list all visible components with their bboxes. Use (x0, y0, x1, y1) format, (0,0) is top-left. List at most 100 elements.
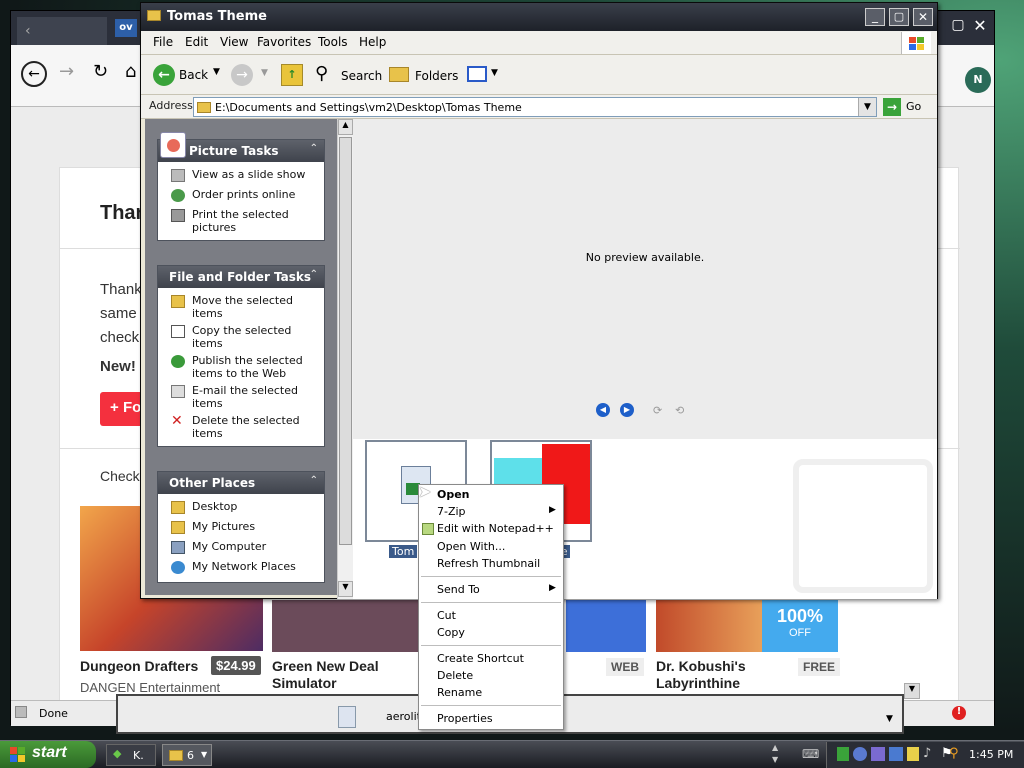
price-tag: $24.99 (211, 656, 261, 675)
browser-forward-button[interactable]: → (59, 61, 74, 82)
ctx-rename[interactable]: Rename (437, 686, 482, 699)
minimize-button[interactable]: _ (865, 8, 885, 26)
menu-edit[interactable]: Edit (185, 35, 208, 49)
menu-separator (421, 705, 561, 706)
browser-reload-button[interactable]: ↻ (93, 61, 108, 82)
printer-icon (171, 209, 185, 222)
menu-tools[interactable]: Tools (318, 35, 348, 49)
desktop-folder-icon (171, 501, 185, 514)
maximize-button[interactable]: ▢ (889, 8, 909, 26)
tray-icon[interactable] (889, 747, 903, 761)
ctx-edit-notepad[interactable]: Edit with Notepad++ (437, 522, 554, 535)
ctx-refresh-thumbnail[interactable]: Refresh Thumbnail (437, 557, 540, 570)
place-desktop[interactable]: Desktop (158, 498, 324, 518)
browser-close-button[interactable]: ✕ (969, 16, 991, 36)
game-cover-kobushi[interactable] (656, 600, 762, 652)
search-icon[interactable]: ⚲ (949, 746, 959, 761)
search-button[interactable]: ⚲ Search (313, 62, 385, 88)
scroll-down-arrow[interactable]: ▼ (904, 683, 920, 699)
start-button[interactable]: start (0, 741, 96, 768)
submenu-arrow-icon: ▶ (549, 583, 556, 593)
thumbnail-1-label[interactable]: Tom (389, 545, 418, 558)
place-my-computer[interactable]: My Computer (158, 538, 324, 558)
address-dropdown-button[interactable]: ▼ (858, 98, 876, 116)
error-icon[interactable]: ! (952, 706, 966, 720)
go-button[interactable]: → Go (883, 98, 933, 116)
tray-icon[interactable] (853, 747, 867, 761)
views-button[interactable]: ▼ (467, 64, 501, 86)
ctx-open-with[interactable]: Open With... (437, 540, 505, 553)
ctx-cut[interactable]: Cut (437, 609, 456, 622)
game-developer[interactable]: DANGEN Entertainment (80, 680, 220, 695)
clock[interactable]: 1:45 PM (969, 748, 1013, 761)
keyboard-icon[interactable]: ⌨ (802, 747, 819, 761)
folders-button[interactable]: Folders (387, 62, 458, 88)
menu-file[interactable]: File (153, 35, 173, 49)
browser-maximize-button[interactable]: ▢ (948, 17, 968, 35)
ctx-7zip[interactable]: 7-Zip (437, 505, 466, 518)
tray-icon[interactable] (837, 747, 849, 761)
address-input[interactable]: E:\Documents and Settings\vm2\Desktop\To… (193, 97, 877, 117)
scroll-thumb[interactable] (339, 137, 352, 545)
search-icon: ⚲ (315, 63, 329, 84)
place-my-pictures[interactable]: My Pictures (158, 518, 324, 538)
taskbar-scroll-arrows[interactable]: ▲ ▼ (772, 742, 786, 767)
panel-header[interactable]: File and Folder Tasks ⌃ (158, 266, 324, 288)
ctx-send-to[interactable]: Send To (437, 583, 480, 596)
panel-header[interactable]: Other Places ⌃ (158, 472, 324, 494)
collapse-chevron-icon[interactable]: ⌃ (310, 143, 318, 154)
file-folder-tasks-panel: File and Folder Tasks ⌃ Move the selecte… (157, 265, 325, 447)
explorer-titlebar[interactable]: Tomas Theme _ ▢ ✕ (141, 3, 937, 31)
scroll-up-arrow[interactable]: ▲ (338, 119, 353, 135)
thanks-body: Thank same check (100, 281, 142, 346)
taskbar-item-folders[interactable]: 6 ▼ (162, 744, 212, 766)
rotate-counterclockwise-icon[interactable]: ⟲ (675, 404, 684, 417)
ctx-create-shortcut[interactable]: Create Shortcut (437, 652, 524, 665)
back-button[interactable]: ← Back ▼ (151, 62, 231, 88)
place-network[interactable]: My Network Places (158, 558, 324, 578)
dropdown-arrow-icon[interactable]: ▼ (213, 67, 220, 77)
task-delete[interactable]: ✕ Delete the selected items (158, 412, 324, 442)
game-title[interactable]: Dr. Kobushi's Labyrinthine Laboratory (656, 658, 776, 694)
ctx-properties[interactable]: Properties (437, 712, 493, 725)
rotate-clockwise-icon[interactable]: ⟳ (653, 404, 662, 417)
menu-view[interactable]: View (220, 35, 248, 49)
task-email[interactable]: E-mail the selected items (158, 382, 324, 412)
scroll-down-arrow[interactable]: ▼ (886, 714, 900, 728)
collapse-chevron-icon[interactable]: ⌃ (310, 475, 318, 486)
dropdown-arrow-icon[interactable]: ▼ (261, 68, 268, 78)
shield-icon[interactable] (907, 747, 919, 761)
game-cover-green-new-deal[interactable] (272, 600, 418, 652)
game-title[interactable]: Dungeon Drafters (80, 658, 198, 674)
task-print[interactable]: Print the selected pictures (158, 206, 324, 236)
ctx-delete[interactable]: Delete (437, 669, 473, 682)
browser-n-icon[interactable]: N (965, 67, 991, 93)
task-publish[interactable]: Publish the selected items to the Web (158, 352, 324, 382)
browser-back-button[interactable]: ← (21, 61, 47, 87)
game-cover-web[interactable] (566, 600, 646, 652)
task-move[interactable]: Move the selected items (158, 292, 324, 322)
next-image-icon[interactable]: ▶ (620, 403, 634, 417)
previous-image-icon[interactable]: ◀ (596, 403, 610, 417)
menu-favorites[interactable]: Favorites (257, 35, 311, 49)
ctx-open[interactable]: Open (437, 488, 470, 501)
tray-icon[interactable] (871, 747, 885, 761)
ov-tab-icon[interactable]: ov (115, 19, 137, 37)
up-folder-button[interactable]: ↑ (281, 64, 303, 86)
close-button[interactable]: ✕ (913, 8, 933, 26)
ctx-copy[interactable]: Copy (437, 626, 465, 639)
task-copy[interactable]: Copy the selected items (158, 322, 324, 352)
browser-home-button[interactable]: ⌂ (125, 61, 136, 82)
menu-help[interactable]: Help (359, 35, 386, 49)
task-pane-scrollbar[interactable]: ▲ ▼ (337, 119, 353, 599)
volume-icon[interactable]: ♪ (923, 746, 931, 761)
tab-back-icon[interactable]: ‹ (25, 23, 31, 39)
browser-tab[interactable]: ‹ (17, 17, 107, 45)
game-title[interactable]: Green New Deal Simulator (272, 658, 412, 692)
forward-button[interactable]: → (231, 64, 253, 86)
taskbar-item-k[interactable]: ◆ K. (106, 744, 156, 766)
task-order-prints[interactable]: Order prints online (158, 186, 324, 206)
task-slideshow[interactable]: View as a slide show (158, 166, 324, 186)
collapse-chevron-icon[interactable]: ⌃ (310, 269, 318, 280)
scroll-down-arrow[interactable]: ▼ (338, 581, 353, 597)
